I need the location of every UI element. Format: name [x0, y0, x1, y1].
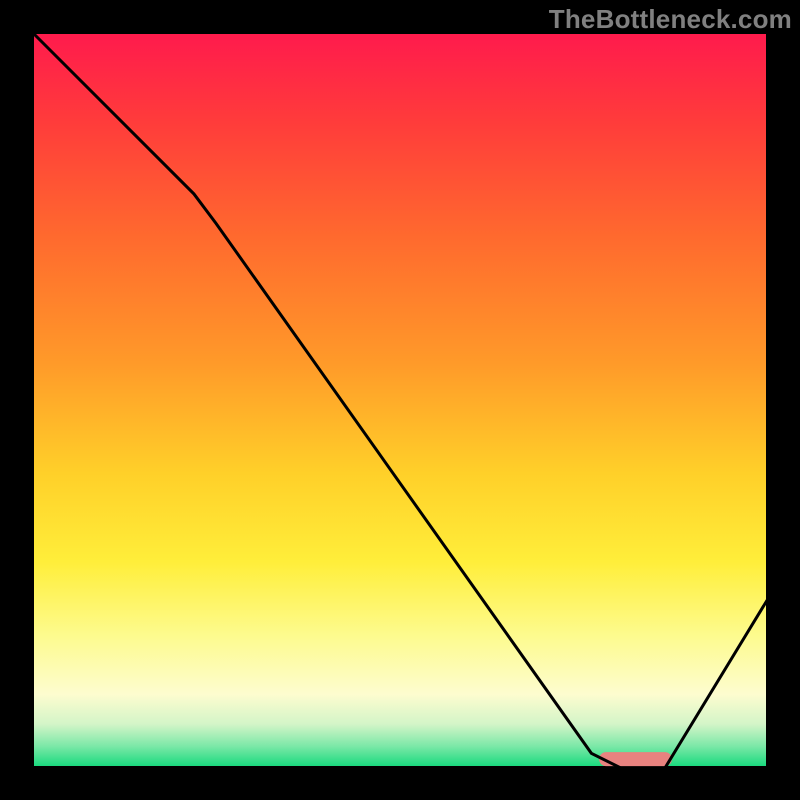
watermark-label: TheBottleneck.com: [549, 4, 792, 35]
bottleneck-chart: [0, 0, 800, 800]
chart-container: TheBottleneck.com: [0, 0, 800, 800]
